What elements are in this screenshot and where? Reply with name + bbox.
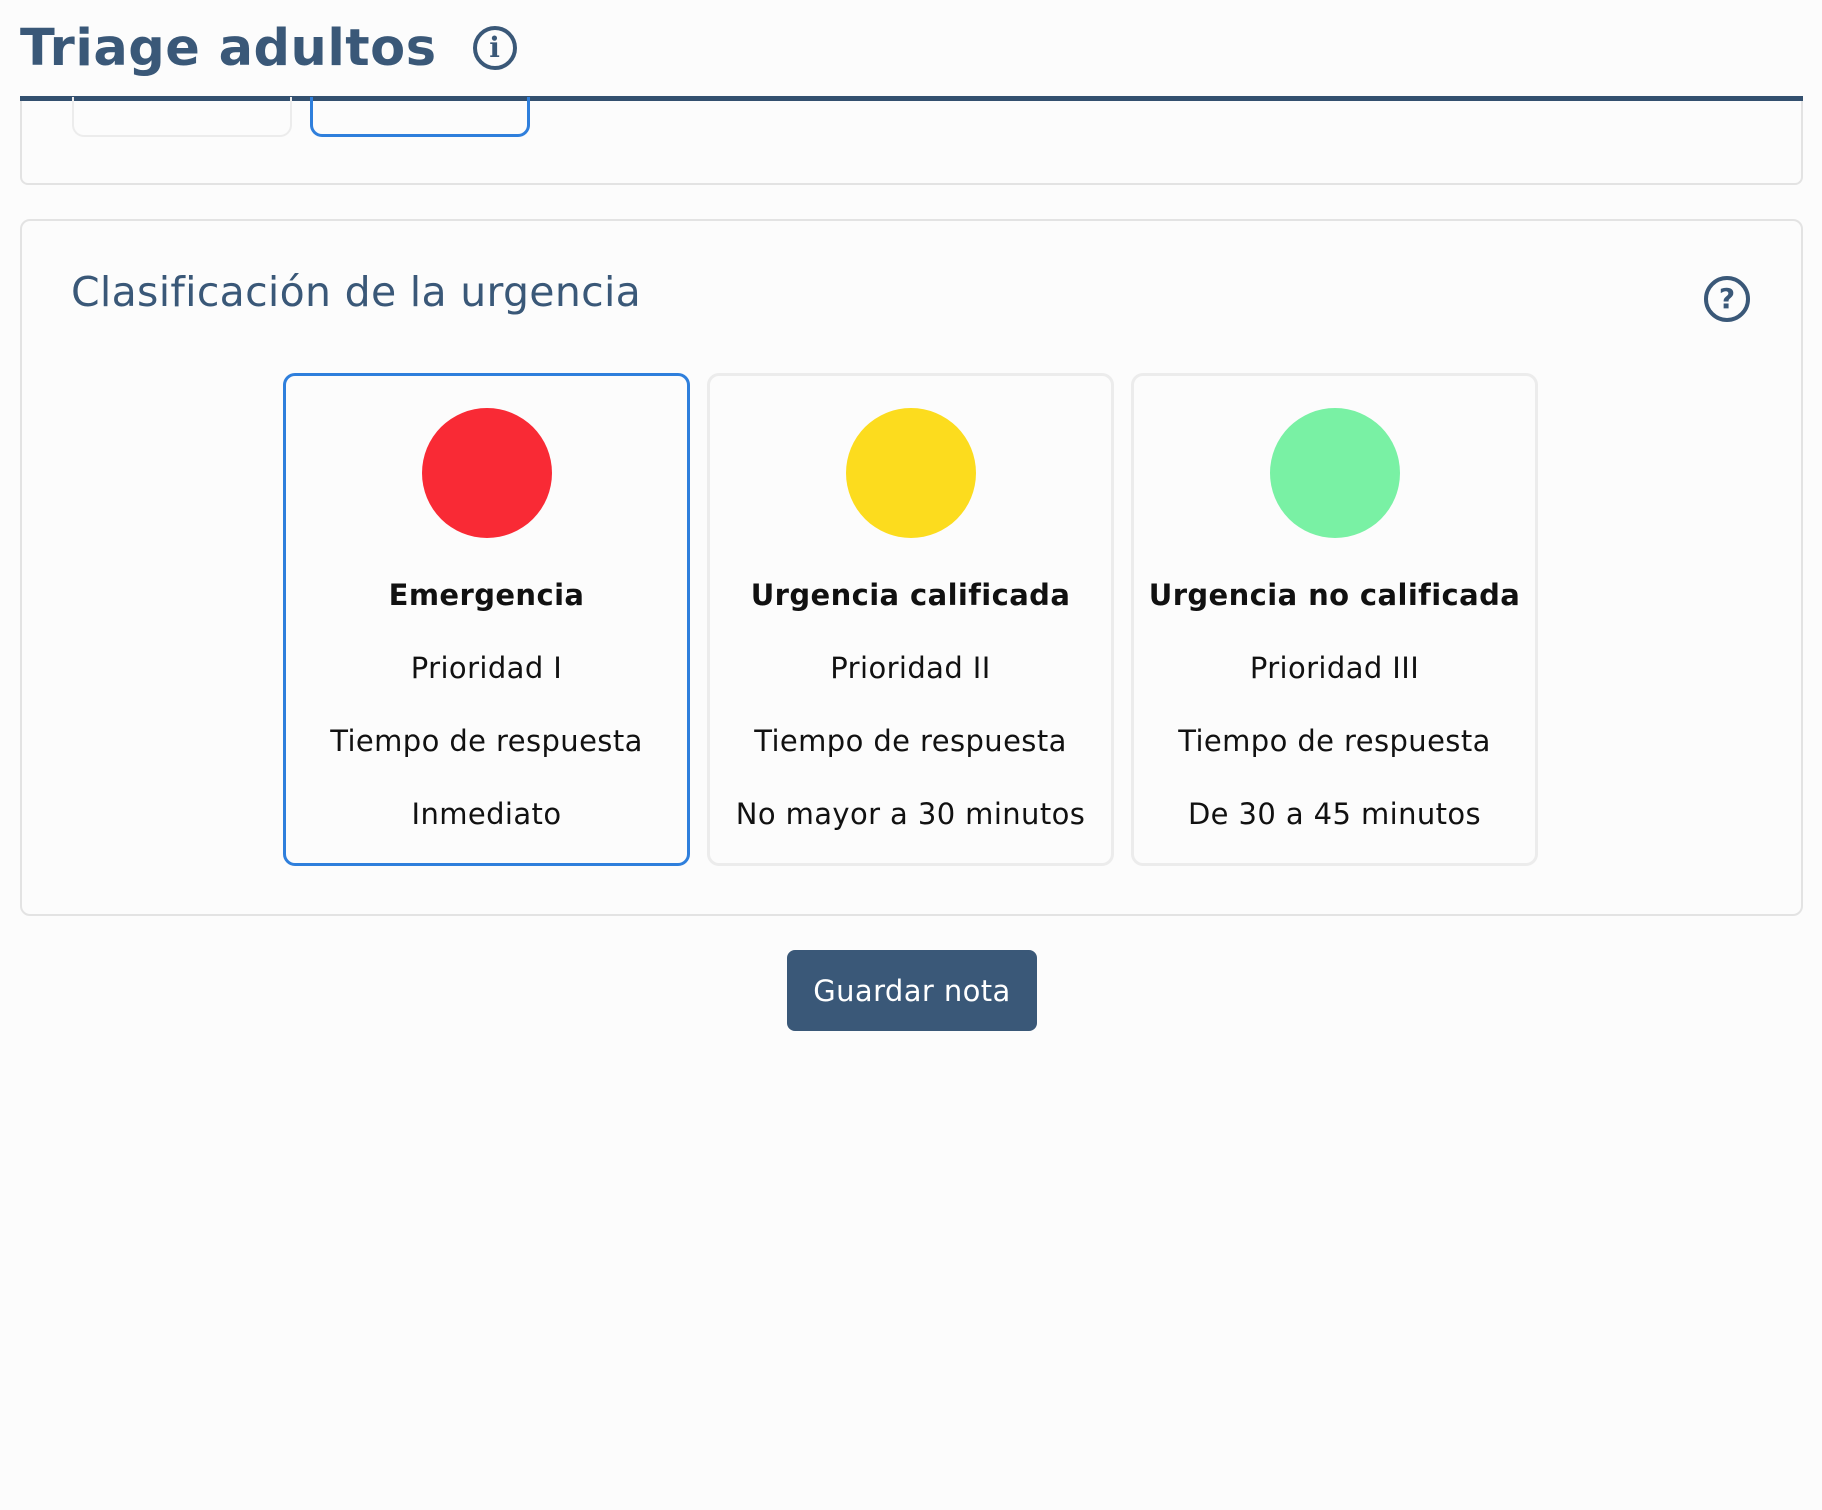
priority-color-dot [845, 408, 976, 538]
section-title: Clasificación de la urgencia [71, 268, 642, 316]
page-header: Triage adultos i [20, 0, 1803, 101]
card-title: Urgencia no calificada [1148, 578, 1521, 612]
urgency-classification-panel: Clasificación de la urgencia ? Emergenci… [20, 219, 1803, 916]
card-priority: Prioridad II [830, 651, 991, 685]
urgency-card-emergencia[interactable]: Emergencia Prioridad I Tiempo de respues… [283, 373, 690, 866]
card-response-value: Inmediato [411, 797, 562, 831]
urgency-card-calificada[interactable]: Urgencia calificada Prioridad II Tiempo … [707, 373, 1114, 866]
previous-section-panel [20, 97, 1803, 185]
card-priority: Prioridad III [1249, 651, 1420, 685]
save-note-button[interactable]: Guardar nota [787, 950, 1037, 1031]
card-title: Urgencia calificada [750, 578, 1071, 612]
info-icon[interactable]: i [472, 26, 517, 70]
page-title: Triage adultos [20, 18, 437, 78]
priority-color-dot [1269, 408, 1400, 538]
option-card-partial-selected[interactable] [310, 97, 530, 137]
card-response-label: Tiempo de respuesta [330, 724, 643, 758]
urgency-options: Emergencia Prioridad I Tiempo de respues… [283, 373, 1563, 866]
priority-color-dot [421, 408, 552, 538]
card-response-value: No mayor a 30 minutos [735, 797, 1086, 831]
card-title: Emergencia [388, 578, 585, 612]
card-response-label: Tiempo de respuesta [754, 724, 1067, 758]
question-circle-icon[interactable]: ? [1704, 276, 1750, 322]
card-response-value: De 30 a 45 minutos [1187, 797, 1482, 831]
triage-page: Triage adultos i Clasificación de la urg… [0, 0, 1822, 1510]
card-response-label: Tiempo de respuesta [1178, 724, 1491, 758]
card-priority: Prioridad I [410, 651, 563, 685]
option-card-partial[interactable] [72, 97, 292, 137]
urgency-card-no-calificada[interactable]: Urgencia no calificada Prioridad III Tie… [1131, 373, 1538, 866]
